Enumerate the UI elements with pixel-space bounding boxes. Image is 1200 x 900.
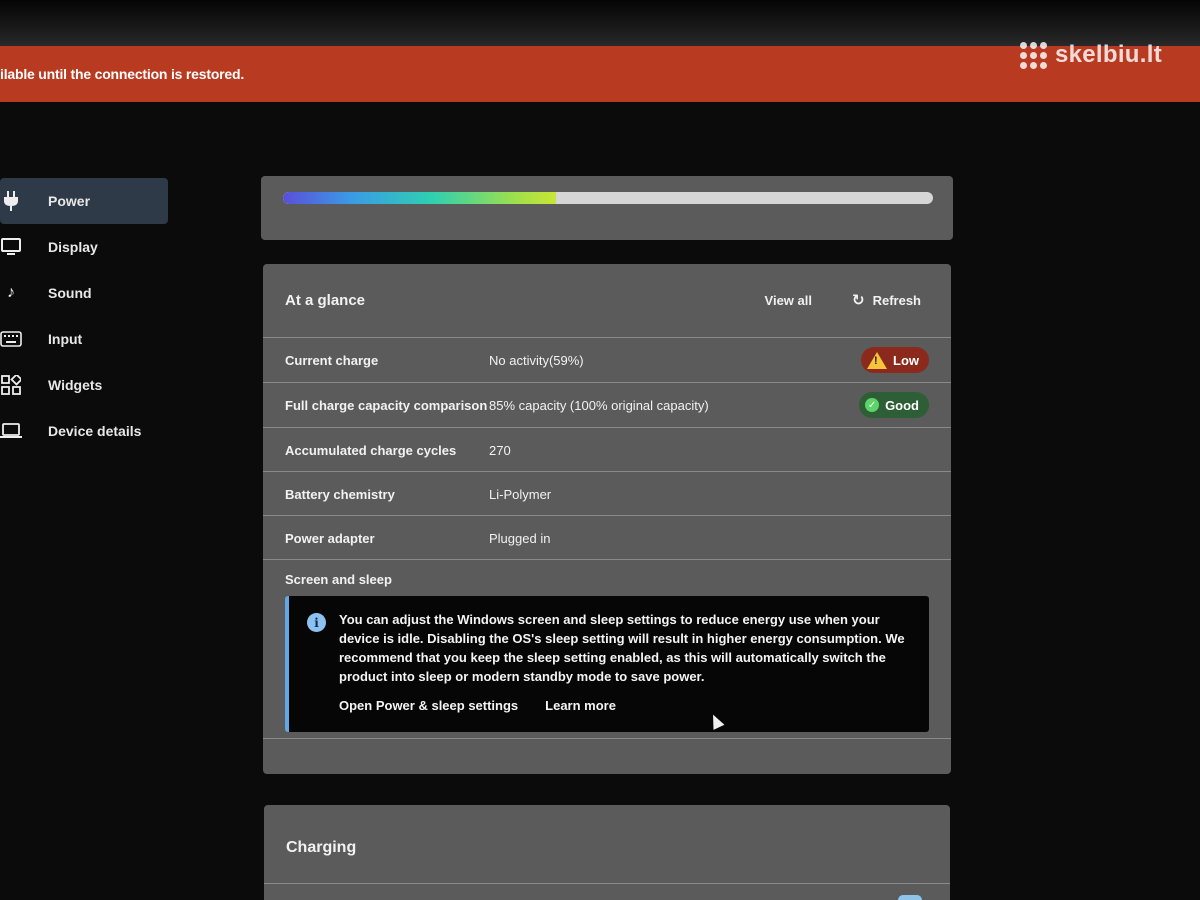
table-row: Power adapter Plugged in	[263, 515, 951, 560]
sidebar-item-label: Input	[48, 331, 83, 347]
watermark: skelbiu.lt	[1019, 41, 1162, 69]
screen-sleep-title: Screen and sleep	[285, 572, 392, 587]
screen-sleep-info-text: You can adjust the Windows screen and sl…	[339, 612, 905, 684]
battery-level-card	[261, 176, 953, 240]
row-label: Power adapter	[285, 530, 375, 546]
row-value: Plugged in	[489, 530, 551, 546]
banner-text: ilable until the connection is restored.	[0, 66, 245, 82]
sidebar-item-widgets[interactable]: Widgets	[0, 362, 170, 408]
screen-sleep-info-box: i You can adjust the Windows screen and …	[285, 596, 929, 732]
sidebar-item-label: Power	[48, 193, 91, 209]
badge-label: Low	[893, 352, 919, 368]
sidebar: Power Display ♪ Sound Input Widgets Devi…	[0, 178, 170, 454]
table-row: Battery chemistry Li-Polymer	[263, 471, 951, 516]
status-badge: Low	[861, 347, 929, 373]
learn-more-link[interactable]: Learn more	[545, 698, 616, 713]
divider	[263, 738, 951, 739]
row-value: 270	[489, 442, 511, 458]
sidebar-item-label: Sound	[48, 285, 92, 301]
warning-icon	[867, 351, 887, 369]
row-label: Current charge	[285, 352, 379, 368]
sidebar-item-sound[interactable]: ♪ Sound	[0, 270, 170, 316]
table-row: Accumulated charge cycles 270	[263, 427, 951, 472]
refresh-button[interactable]: ↻ Refresh	[852, 291, 921, 309]
sidebar-item-display[interactable]: Display	[0, 224, 170, 270]
sidebar-item-label: Display	[48, 239, 98, 255]
row-value: 85% capacity (100% original capacity)	[489, 397, 709, 413]
sidebar-item-label: Widgets	[48, 377, 103, 393]
badge-label: Good	[885, 397, 919, 413]
refresh-icon: ↻	[852, 292, 865, 309]
row-label: Battery chemistry	[285, 486, 395, 502]
info-actions: Open Power & sleep settings Learn more	[339, 698, 616, 713]
sidebar-item-device-details[interactable]: Device details	[0, 408, 170, 454]
info-icon: i	[307, 613, 326, 632]
sidebar-item-label: Device details	[48, 423, 142, 439]
status-badge: ✓ Good	[859, 392, 929, 418]
refresh-label: Refresh	[872, 292, 921, 308]
open-power-sleep-settings-link[interactable]: Open Power & sleep settings	[339, 698, 518, 713]
sidebar-item-input[interactable]: Input	[0, 316, 170, 362]
divider	[263, 559, 951, 560]
watermark-text: skelbiu.lt	[1054, 41, 1162, 68]
row-value: No activity(59%)	[489, 352, 584, 368]
table-row: Full charge capacity comparison 85% capa…	[263, 382, 951, 427]
charging-title: Charging	[286, 839, 357, 856]
table-row: Current charge No activity(59%) Low	[263, 337, 951, 382]
row-label: Accumulated charge cycles	[285, 442, 457, 458]
toggle-switch[interactable]	[898, 895, 922, 900]
watermark-logo-icon	[1019, 41, 1047, 69]
laptop-icon	[0, 420, 22, 442]
glance-header: At a glance View all ↻ Refresh	[263, 264, 951, 336]
glance-title: At a glance	[285, 291, 366, 309]
battery-level-fill	[283, 192, 556, 204]
row-value: Li-Polymer	[489, 486, 552, 502]
widgets-icon	[0, 374, 22, 396]
divider	[264, 883, 950, 884]
sidebar-item-power[interactable]: Power	[0, 178, 168, 224]
row-label: Full charge capacity comparison	[285, 397, 488, 413]
view-all-link[interactable]: View all	[765, 293, 812, 308]
checkmark-icon: ✓	[865, 398, 880, 412]
keyboard-icon	[0, 328, 22, 350]
monitor-icon	[0, 236, 22, 258]
battery-level-bar	[283, 192, 933, 204]
charging-card: Charging	[264, 805, 950, 900]
music-note-icon: ♪	[7, 284, 15, 301]
at-a-glance-card: At a glance View all ↻ Refresh Current c…	[263, 264, 951, 774]
plug-icon	[0, 190, 22, 212]
